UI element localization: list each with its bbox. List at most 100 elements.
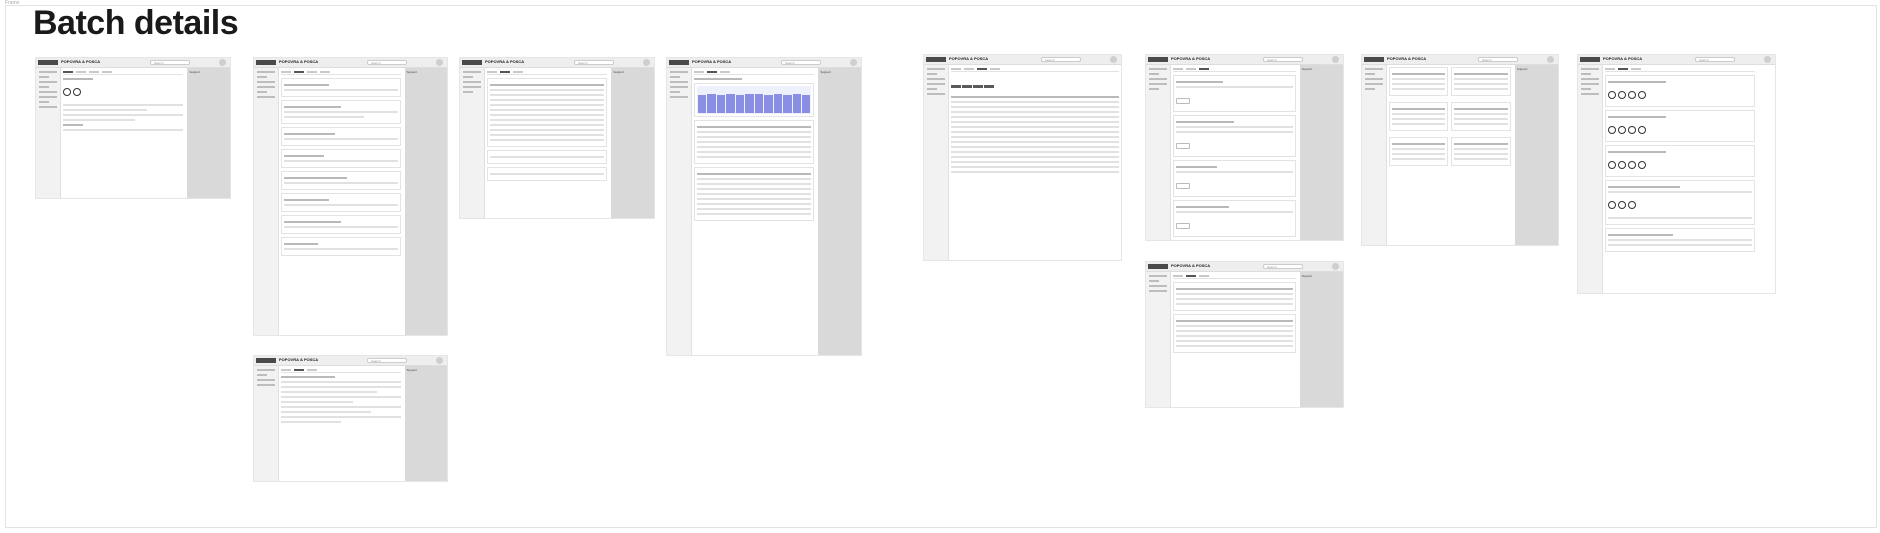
table-row[interactable] — [951, 111, 1119, 113]
list-item[interactable] — [281, 78, 401, 97]
sidebar-item[interactable] — [39, 106, 57, 108]
table-row[interactable] — [697, 141, 812, 143]
list-item[interactable] — [281, 171, 401, 190]
sidebar-item[interactable] — [463, 86, 481, 88]
sidebar-item[interactable] — [670, 86, 688, 88]
table-row[interactable] — [697, 208, 812, 210]
avatar[interactable] — [436, 59, 443, 66]
frame-batch-table[interactable]: POPOVRA & POSCA Search Support — [460, 58, 654, 218]
tab[interactable] — [1186, 68, 1196, 70]
tab[interactable] — [281, 71, 291, 73]
filter-chip[interactable] — [973, 85, 983, 88]
action-button[interactable] — [1176, 143, 1190, 149]
sidebar-item[interactable] — [670, 76, 680, 78]
sidebar-item[interactable] — [927, 73, 937, 75]
tab[interactable] — [707, 71, 717, 73]
tab[interactable] — [89, 71, 99, 73]
search-input[interactable]: Search — [1478, 57, 1518, 62]
sidebar-item[interactable] — [257, 91, 267, 93]
sidebar-item[interactable] — [39, 91, 57, 93]
tab[interactable] — [320, 71, 330, 73]
sidebar-item[interactable] — [1365, 73, 1375, 75]
filter-chip[interactable] — [962, 85, 972, 88]
search-input[interactable]: Search — [367, 60, 407, 65]
grid-card[interactable] — [1451, 137, 1511, 166]
sidebar-item[interactable] — [1149, 68, 1167, 70]
grid-card[interactable] — [1389, 102, 1449, 131]
table-row[interactable] — [697, 151, 812, 153]
tab[interactable] — [63, 71, 73, 73]
frame-batch-settings[interactable]: POPOVRA & POSCA Search Support — [1146, 55, 1343, 240]
sidebar-item[interactable] — [927, 78, 945, 80]
tab[interactable] — [990, 68, 1000, 70]
sidebar-item[interactable] — [1149, 73, 1159, 75]
table-row[interactable] — [951, 151, 1119, 153]
sidebar-item[interactable] — [1581, 93, 1599, 95]
avatar[interactable] — [1332, 56, 1339, 63]
table-row[interactable] — [697, 156, 812, 158]
tab[interactable] — [1605, 68, 1615, 70]
filter-chip[interactable] — [951, 85, 961, 88]
avatar[interactable] — [436, 357, 443, 364]
frame-batch-list[interactable]: POPOVRA & POSCA Search Support — [254, 58, 447, 335]
frame-batch-notes[interactable]: POPOVRA & POSCA Search Support — [254, 356, 447, 481]
sidebar-item[interactable] — [39, 71, 57, 73]
tab[interactable] — [1199, 275, 1209, 277]
sidebar-item[interactable] — [463, 76, 473, 78]
grid-card[interactable] — [1389, 137, 1449, 166]
table-row[interactable] — [951, 171, 1119, 173]
list-item[interactable] — [281, 237, 401, 256]
tab[interactable] — [76, 71, 86, 73]
avatar[interactable] — [643, 59, 650, 66]
table-row[interactable] — [697, 193, 812, 195]
grid-card[interactable] — [1389, 67, 1449, 96]
checklist-item[interactable] — [1176, 345, 1293, 347]
table-row[interactable] — [951, 121, 1119, 123]
sidebar-item[interactable] — [39, 76, 49, 78]
tab[interactable] — [307, 369, 317, 371]
table-row[interactable] — [697, 183, 812, 185]
sidebar-item[interactable] — [257, 71, 275, 73]
table-row[interactable] — [951, 106, 1119, 108]
table-row[interactable] — [697, 146, 812, 148]
checklist-item[interactable] — [1176, 340, 1293, 342]
sidebar-item[interactable] — [257, 384, 275, 386]
tab[interactable] — [1631, 68, 1641, 70]
table-row[interactable] — [951, 156, 1119, 158]
list-item[interactable] — [281, 127, 401, 146]
tab[interactable] — [294, 71, 304, 73]
tab[interactable] — [694, 71, 704, 73]
tab[interactable] — [294, 369, 304, 371]
frame-filtered-list[interactable]: POPOVRA & POSCA Search — [924, 55, 1121, 260]
table-row[interactable] — [490, 124, 605, 126]
list-item[interactable] — [281, 193, 401, 212]
tab[interactable] — [1173, 275, 1183, 277]
table-row[interactable] — [951, 116, 1119, 118]
checklist-item[interactable] — [1176, 293, 1293, 295]
action-button[interactable] — [1176, 183, 1190, 189]
sidebar-item[interactable] — [39, 101, 49, 103]
sidebar-item[interactable] — [927, 93, 945, 95]
search-input[interactable]: Search — [1263, 264, 1303, 269]
sidebar-item[interactable] — [1149, 275, 1167, 277]
frame-batch-grid[interactable]: POPOVRA & POSCA Search Support — [1362, 55, 1558, 245]
table-row[interactable] — [951, 166, 1119, 168]
table-row[interactable] — [697, 136, 812, 138]
sidebar-item[interactable] — [257, 81, 275, 83]
search-input[interactable]: Search — [1263, 57, 1303, 62]
sidebar-item[interactable] — [39, 86, 49, 88]
grid-card[interactable] — [1451, 67, 1511, 96]
table-row[interactable] — [951, 126, 1119, 128]
sidebar-item[interactable] — [257, 96, 275, 98]
grid-card[interactable] — [1451, 102, 1511, 131]
sidebar-item[interactable] — [39, 81, 57, 83]
sidebar-item[interactable] — [1149, 83, 1167, 85]
sidebar-item[interactable] — [1365, 88, 1375, 90]
sidebar-item[interactable] — [257, 369, 275, 371]
table-row[interactable] — [951, 161, 1119, 163]
table-row[interactable] — [490, 89, 605, 91]
sidebar-item[interactable] — [1581, 68, 1599, 70]
sidebar-item[interactable] — [1581, 88, 1591, 90]
table-row[interactable] — [697, 198, 812, 200]
frame-batch-checklist[interactable]: POPOVRA & POSCA Search Support — [1146, 262, 1343, 407]
